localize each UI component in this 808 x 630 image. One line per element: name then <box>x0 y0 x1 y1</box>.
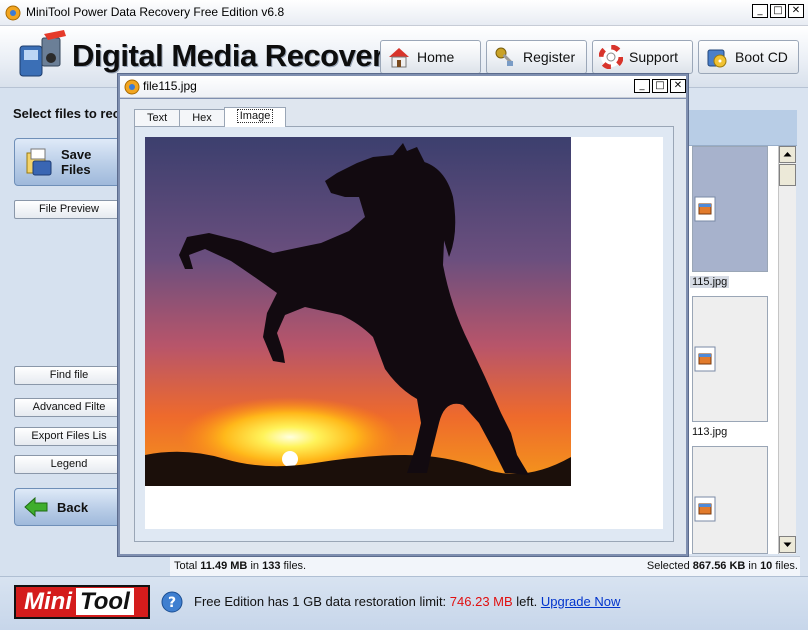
boot-cd-button[interactable]: Boot CD <box>698 40 799 74</box>
boot-cd-icon <box>707 49 727 68</box>
arrow-up-icon <box>783 152 792 157</box>
arrow-down-icon <box>783 542 792 547</box>
image-file-icon <box>694 346 716 372</box>
dialog-minimize-button[interactable]: _ <box>634 79 650 93</box>
svg-text:?: ? <box>168 595 176 611</box>
register-label: Register <box>523 49 576 65</box>
lifebuoy-icon <box>599 45 623 69</box>
support-label: Support <box>629 49 679 65</box>
file-preview-dialog: file115.jpg _ □ ✕ Text Hex Image <box>117 73 689 557</box>
home-button[interactable]: Home <box>380 40 481 74</box>
image-file-icon <box>694 496 716 522</box>
close-button[interactable]: ✕ <box>788 4 804 18</box>
image-tab-panel <box>134 126 674 542</box>
tab-text[interactable]: Text <box>134 109 181 127</box>
total-status: Total 11.49 MB in 133 files. <box>174 560 307 572</box>
minitool-logo: Mini Tool <box>14 585 150 619</box>
restoration-limit-text: Free Edition has 1 GB data restoration l… <box>194 594 621 609</box>
selected-status: Selected 867.56 KB in 10 files. <box>646 560 798 572</box>
image-file-icon <box>694 196 716 222</box>
boot-cd-label: Boot CD <box>735 49 788 65</box>
dialog-title: file115.jpg <box>143 79 197 93</box>
save-files-icon <box>26 148 52 176</box>
back-label: Back <box>57 499 89 515</box>
select-files-prompt: Select files to rec <box>13 106 120 121</box>
home-icon <box>389 48 409 68</box>
support-button[interactable]: Support <box>592 40 693 74</box>
scroll-down-button[interactable] <box>779 536 796 553</box>
key-icon <box>495 47 514 66</box>
limit-remaining: 746.23 MB <box>449 594 513 609</box>
file-label-113: 113.jpg <box>692 426 728 438</box>
dialog-maximize-button[interactable]: □ <box>652 79 668 93</box>
dialog-body: Text Hex Image <box>120 99 686 554</box>
file-thumbnail-115[interactable] <box>692 146 768 272</box>
preview-image <box>145 137 571 486</box>
home-label: Home <box>417 49 455 65</box>
upgrade-now-link[interactable]: Upgrade Now <box>541 594 621 609</box>
save-files-button[interactable]: Save Files <box>14 138 124 186</box>
maximize-button[interactable]: □ <box>770 4 786 18</box>
tab-image[interactable]: Image <box>223 107 287 127</box>
app-icon <box>124 79 140 95</box>
dialog-titlebar: file115.jpg _ □ ✕ <box>120 76 686 98</box>
minimize-button[interactable]: _ <box>752 4 768 18</box>
save-files-label: Save Files <box>61 147 92 177</box>
scroll-up-button[interactable] <box>779 146 796 163</box>
tab-hex[interactable]: Hex <box>179 109 225 127</box>
brand-title: Digital Media Recovery <box>72 38 401 73</box>
status-bar: Total 11.49 MB in 133 files. Selected 86… <box>170 556 800 576</box>
file-thumbnail-113[interactable] <box>692 296 768 422</box>
file-thumbnail-next[interactable] <box>692 446 768 554</box>
back-arrow-icon <box>24 496 48 518</box>
window-controls: _ □ ✕ <box>752 4 804 18</box>
back-button[interactable]: Back <box>14 488 124 526</box>
app-icon <box>5 5 21 21</box>
file-label-115: 115.jpg <box>690 276 730 288</box>
register-button[interactable]: Register <box>486 40 587 74</box>
scroll-thumb[interactable] <box>779 164 796 186</box>
export-files-list-button[interactable]: Export Files Lis <box>14 427 124 446</box>
dialog-window-controls: _ □ ✕ <box>634 79 686 93</box>
main-titlebar: MiniTool Power Data Recovery Free Editio… <box>0 0 808 26</box>
preview-tabs: Text Hex Image <box>134 107 287 127</box>
advanced-filter-button[interactable]: Advanced Filte <box>14 398 124 417</box>
file-preview-button[interactable]: File Preview <box>14 200 124 219</box>
legend-button[interactable]: Legend <box>14 455 124 474</box>
vertical-scrollbar[interactable] <box>778 146 796 554</box>
window-title: MiniTool Power Data Recovery Free Editio… <box>26 5 285 19</box>
dialog-close-button[interactable]: ✕ <box>670 79 686 93</box>
footer: Mini Tool ? Free Edition has 1 GB data re… <box>0 576 808 630</box>
app-logo-icon <box>19 30 66 77</box>
find-file-button[interactable]: Find file <box>14 366 124 385</box>
image-canvas <box>145 137 663 529</box>
help-icon[interactable]: ? <box>161 591 183 613</box>
